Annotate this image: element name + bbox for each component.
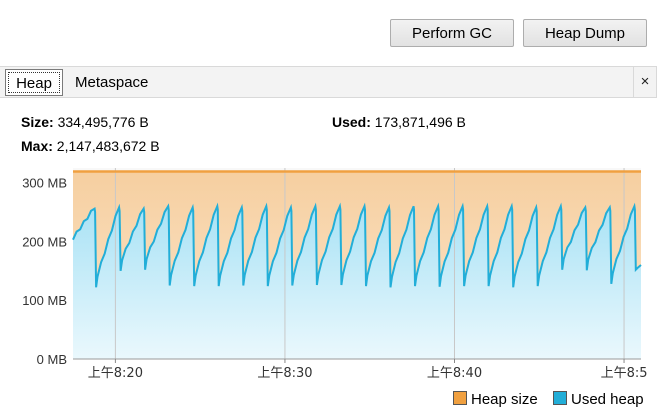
heap-size-swatch <box>453 391 467 405</box>
legend-used-heap-label: Used heap <box>571 391 644 408</box>
legend-heap-size-label: Heap size <box>471 391 538 408</box>
x-axis-ticks: 上午8:20 上午8:30 上午8:40 上午8:5 <box>88 359 648 381</box>
y-tick-label: 300 MB <box>22 176 67 191</box>
legend-used-heap: Used heap <box>553 390 644 410</box>
used-value: 173,871,496 B <box>374 114 466 130</box>
size-value: 334,495,776 B <box>57 114 149 130</box>
perform-gc-button[interactable]: Perform GC <box>390 19 514 47</box>
heap-dump-button[interactable]: Heap Dump <box>523 19 647 47</box>
used-label: Used: <box>332 114 371 130</box>
close-icon[interactable]: × <box>633 67 656 97</box>
used-heap-swatch <box>553 391 567 405</box>
heap-size-info: Size: 334,495,776 B <box>21 114 149 130</box>
heap-max-info: Max: 2,147,483,672 B <box>21 138 160 154</box>
legend-heap-size: Heap size <box>453 390 538 410</box>
y-tick-label: 100 MB <box>22 293 67 308</box>
max-label: Max: <box>21 138 53 154</box>
y-tick-label: 0 MB <box>37 352 67 367</box>
x-tick-label: 上午8:5 <box>601 366 648 381</box>
size-label: Size: <box>21 114 54 130</box>
x-tick-label: 上午8:40 <box>427 366 482 381</box>
x-tick-label: 上午8:30 <box>257 366 312 381</box>
heap-chart: 0 MB 100 MB 200 MB 300 MB 上午8:20 上午8:30 上午8:4… <box>22 168 648 381</box>
max-value: 2,147,483,672 B <box>56 138 160 154</box>
tab-heap[interactable]: Heap <box>5 69 63 96</box>
heap-used-info: Used: 173,871,496 B <box>332 114 466 130</box>
y-axis-ticks: 0 MB 100 MB 200 MB 300 MB <box>22 176 67 367</box>
y-tick-label: 200 MB <box>22 234 67 249</box>
tab-bar: Heap Metaspace × <box>0 66 657 98</box>
tab-metaspace[interactable]: Metaspace <box>67 69 156 96</box>
x-tick-label: 上午8:20 <box>88 366 143 381</box>
